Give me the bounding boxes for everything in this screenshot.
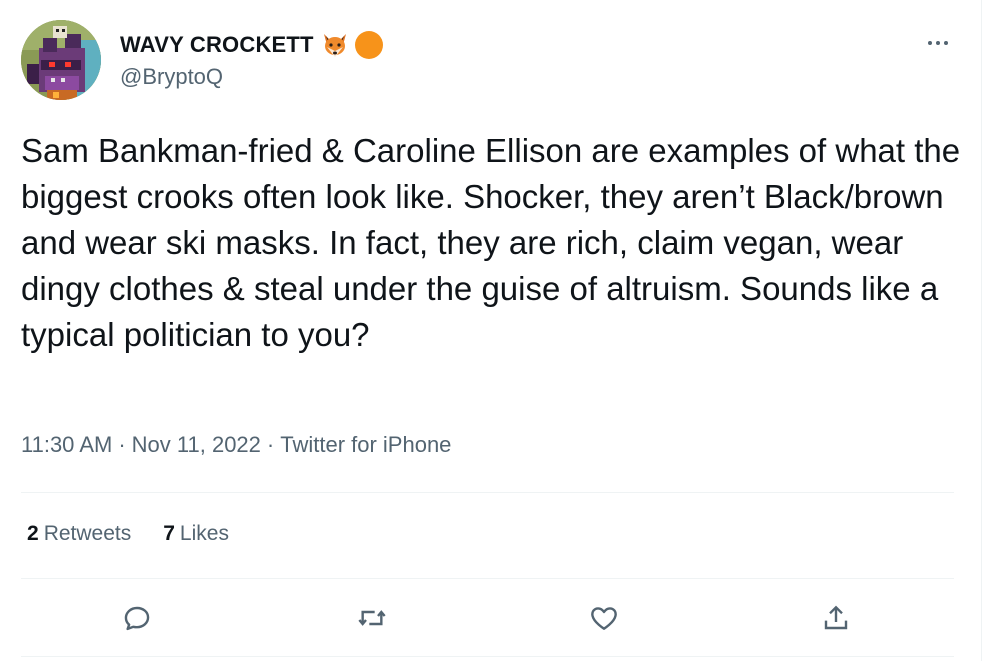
tweet-source[interactable]: Twitter for iPhone xyxy=(280,432,451,458)
reply-icon xyxy=(124,606,150,631)
fox-emoji-icon xyxy=(323,34,346,57)
author-handle[interactable]: @BryptoQ xyxy=(120,64,223,90)
tweet-time[interactable]: 11:30 AM xyxy=(21,432,112,458)
retweets-stat[interactable]: 2 Retweets xyxy=(27,522,131,546)
author-name-row: WAVY CROCKETT xyxy=(120,30,383,60)
action-bar xyxy=(0,596,997,640)
likes-stat[interactable]: 7 Likes xyxy=(163,522,229,546)
reply-button[interactable] xyxy=(115,596,159,640)
column-border xyxy=(981,0,982,661)
tweet-date[interactable]: Nov 11, 2022 xyxy=(132,432,261,458)
display-name[interactable]: WAVY CROCKETT xyxy=(120,32,314,58)
retweet-icon xyxy=(358,610,386,626)
likes-count: 7 xyxy=(163,522,175,545)
divider xyxy=(21,578,954,579)
meta-separator: · xyxy=(118,432,126,457)
like-button[interactable] xyxy=(582,596,626,640)
retweets-count: 2 xyxy=(27,522,39,545)
orange-circle-icon xyxy=(354,31,383,59)
share-button[interactable] xyxy=(814,596,858,640)
share-icon xyxy=(824,605,848,630)
divider xyxy=(21,492,954,493)
retweets-label: Retweets xyxy=(43,522,132,545)
tweet-meta: 11:30 AM · Nov 11, 2022 · Twitter for iP… xyxy=(21,432,451,458)
divider xyxy=(21,656,954,657)
like-icon xyxy=(591,607,617,630)
engagement-stats: 2 Retweets 7 Likes xyxy=(27,522,261,546)
retweet-button[interactable] xyxy=(350,596,394,640)
likes-label: Likes xyxy=(179,522,229,545)
pixel-dragon-avatar-icon xyxy=(21,20,101,100)
avatar[interactable] xyxy=(21,20,101,100)
tweet-card: WAVY CROCKETT @BryptoQ Sam Bankman-fried… xyxy=(0,0,997,661)
tweet-text: Sam Bankman-fried & Caroline Ellison are… xyxy=(21,132,961,353)
more-options-icon[interactable] xyxy=(921,30,955,56)
meta-separator: · xyxy=(266,432,275,457)
